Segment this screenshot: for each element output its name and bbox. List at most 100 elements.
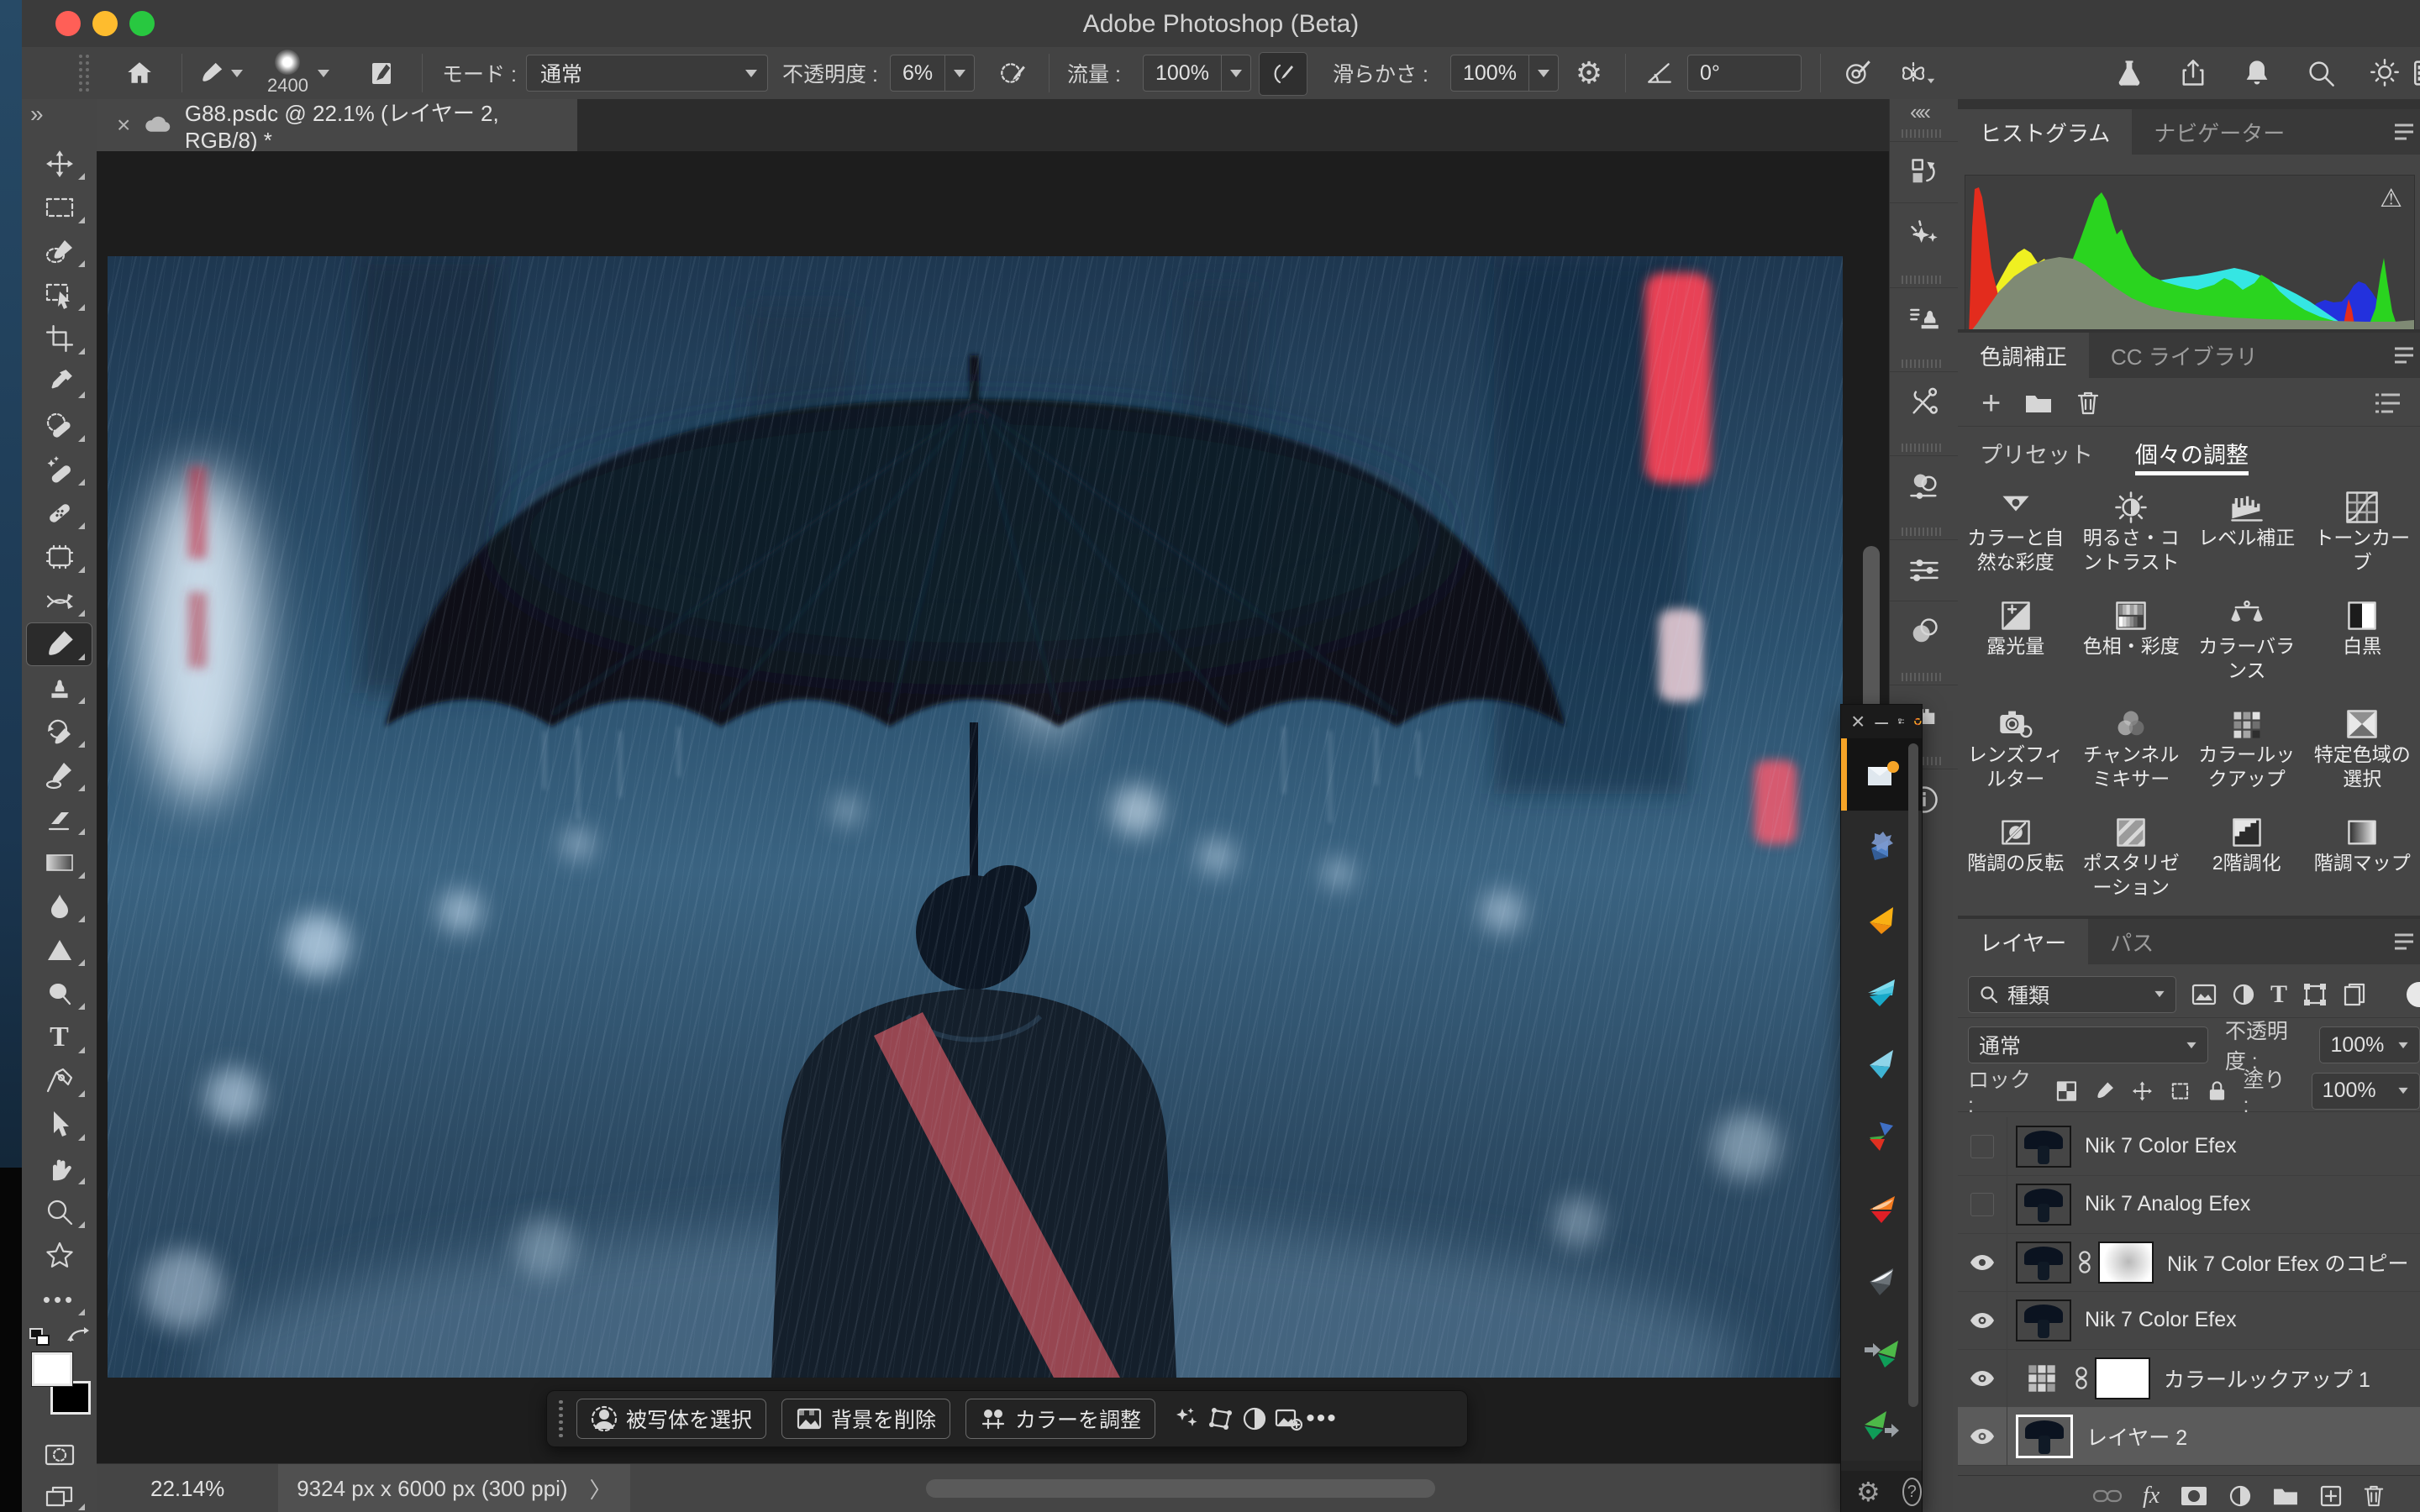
adjustment-quick-button[interactable] (1238, 1405, 1271, 1432)
adjustment-exposure[interactable]: 露光量 (1958, 592, 2074, 701)
layer-thumbnail[interactable] (2016, 1415, 2073, 1458)
tool-history-brush[interactable] (27, 711, 92, 753)
dock-clone-source[interactable] (1890, 287, 1959, 349)
nik-close-button[interactable]: × (1851, 708, 1865, 735)
filter-adjustment-layers-icon[interactable] (2232, 983, 2255, 1006)
visibility-toggle[interactable] (1958, 1349, 2007, 1407)
adjustment-gradient-map[interactable]: 階調マップ (2305, 809, 2420, 917)
panel-menu-icon[interactable] (2391, 121, 2417, 143)
adjustment-brightness-contrast[interactable]: 明るさ・コントラスト (2074, 484, 2190, 592)
default-colors-button[interactable] (29, 1327, 54, 1347)
layer-thumbnail[interactable] (2016, 1184, 2071, 1226)
nik-minimize-button[interactable]: – (1875, 708, 1888, 735)
adjustment-photo-filter[interactable]: レンズフィルター (1958, 701, 2074, 809)
smoothing-input[interactable]: 100% (1450, 47, 1559, 99)
lock-pixels-icon[interactable] (2094, 1080, 2115, 1102)
adjust-color-button[interactable]: カラーを調整 (965, 1399, 1155, 1439)
adjustment-hue-saturation[interactable]: 色相・彩度 (2074, 592, 2190, 701)
list-view-icon[interactable] (2373, 391, 2403, 416)
tool-mixer-brush[interactable] (27, 754, 92, 796)
adjustment-vibrance[interactable]: カラーと自然な彩度 (1958, 484, 2074, 592)
flow-input[interactable]: 100% (1143, 47, 1251, 99)
new-group-button[interactable] (2272, 1485, 2299, 1507)
warning-icon[interactable]: ⚠ (2380, 184, 2402, 213)
tab-navigator[interactable]: ナビゲーター (2132, 109, 2307, 155)
add-image-button[interactable] (1271, 1405, 1305, 1432)
zoom-level[interactable]: 22.14% (150, 1476, 224, 1502)
add-adjustment-layer-button[interactable] (2228, 1484, 2252, 1508)
beta-features-button[interactable] (2106, 47, 2153, 99)
adjustment-threshold[interactable]: 2階調化 (2189, 809, 2305, 917)
nik-gear-icon[interactable]: ⚙ (1856, 1476, 1881, 1508)
layer-style-button[interactable]: fx (2143, 1483, 2160, 1509)
delete-layer-button[interactable] (2363, 1483, 2385, 1509)
tab-layers[interactable]: レイヤー (1958, 919, 2088, 964)
tool-eyedropper[interactable] (27, 361, 92, 403)
tool-type[interactable]: T (27, 1016, 92, 1058)
tool-edit-toolbar[interactable]: ••• (27, 1278, 92, 1320)
tool-pen[interactable] (27, 1060, 92, 1102)
share-button[interactable] (2170, 47, 2217, 99)
canvas-pasteboard[interactable]: 被写体を選択 背景を削除 カラーを調整 ••• (97, 151, 1889, 1463)
layer-mask-thumbnail[interactable] (2098, 1242, 2154, 1284)
tab-adjustments[interactable]: 色調補正 (1958, 333, 2089, 378)
fill-input[interactable]: 100% (2312, 1073, 2420, 1110)
tool-rectangular-marquee[interactable] (27, 186, 92, 228)
link-layers-button[interactable] (2092, 1486, 2123, 1506)
subtab-individual[interactable]: 個々の調整 (2135, 428, 2249, 477)
screen-mode-button[interactable] (27, 1478, 92, 1512)
tool-zoom[interactable] (27, 1191, 92, 1233)
options-bar-grip[interactable] (79, 47, 89, 99)
adjustment-invert[interactable]: 階調の反転 (1958, 809, 2074, 917)
tool-spot-healing[interactable] (27, 405, 92, 447)
dock-properties[interactable] (1890, 539, 1959, 601)
dock-channels[interactable] (1890, 601, 1959, 662)
layer-row-nik7-color-efex-top[interactable]: Nik 7 Color Efex (1958, 1117, 2420, 1176)
more-options-button[interactable]: ••• (1305, 1404, 1339, 1433)
adjustment-levels[interactable]: レベル補正 (2189, 484, 2305, 592)
mask-link-icon[interactable] (2076, 1250, 2093, 1275)
dock-expand-button[interactable]: «« (1910, 99, 1928, 125)
panel-menu-icon[interactable] (2391, 344, 2417, 366)
toolbar-collapse-button[interactable]: » (30, 101, 44, 128)
tool-gradient[interactable] (27, 842, 92, 884)
panel-menu-icon[interactable] (2391, 931, 2417, 953)
tool-shape-star[interactable] (27, 1235, 92, 1277)
nik-scrollbar[interactable] (1908, 743, 1918, 1407)
brush-size-picker[interactable]: 2400 (267, 47, 308, 99)
subtab-presets[interactable]: プリセット (1980, 428, 2093, 477)
layer-row-color-lookup[interactable]: カラールックアップ 1 (1958, 1349, 2420, 1408)
quick-mask-button[interactable] (27, 1436, 92, 1473)
tool-brush[interactable] (27, 623, 92, 665)
document-tab[interactable]: × G88.psdc @ 22.1% (レイヤー 2, RGB/8) * (97, 99, 577, 151)
pressure-opacity-button[interactable] (990, 47, 1035, 99)
tool-crop[interactable] (27, 318, 92, 360)
tool-dodge[interactable] (27, 973, 92, 1015)
delete-trash-icon[interactable] (2076, 390, 2100, 417)
tab-histogram[interactable]: ヒストグラム (1958, 109, 2132, 155)
foreground-color-swatch[interactable] (32, 1352, 72, 1386)
filter-shape-layers-icon[interactable] (2302, 982, 2328, 1007)
adjustment-selective-color[interactable]: 特定色域の選択 (2305, 701, 2420, 809)
layer-opacity-input[interactable]: 100% (2319, 1026, 2420, 1063)
transform-button[interactable] (1204, 1405, 1238, 1432)
filter-pixel-layers-icon[interactable] (2191, 984, 2217, 1005)
brush-tool-preset[interactable] (194, 47, 248, 99)
new-group-folder-icon[interactable] (2024, 391, 2053, 415)
adjustment-curves[interactable]: トーンカーブ (2305, 484, 2420, 592)
lock-position-icon[interactable] (2132, 1080, 2153, 1102)
lock-artboard-icon[interactable] (2170, 1080, 2191, 1102)
adjustment-color-balance[interactable]: カラーバランス (2189, 592, 2305, 701)
visibility-toggle[interactable] (1958, 1117, 2007, 1175)
visibility-toggle[interactable] (1958, 1407, 2007, 1465)
tool-path-selection[interactable] (27, 1104, 92, 1146)
tool-eraser[interactable] (27, 798, 92, 840)
dock-color-mixer[interactable] (1890, 455, 1959, 517)
visibility-toggle[interactable] (1958, 1233, 2007, 1291)
discover-button[interactable] (2361, 47, 2408, 99)
background-color-swatch[interactable] (50, 1381, 91, 1415)
blend-mode-select[interactable]: 通常 (526, 47, 768, 99)
search-button[interactable] (2297, 47, 2344, 99)
tool-selection-brush[interactable] (27, 230, 92, 272)
foreground-background-colors[interactable] (32, 1352, 87, 1423)
